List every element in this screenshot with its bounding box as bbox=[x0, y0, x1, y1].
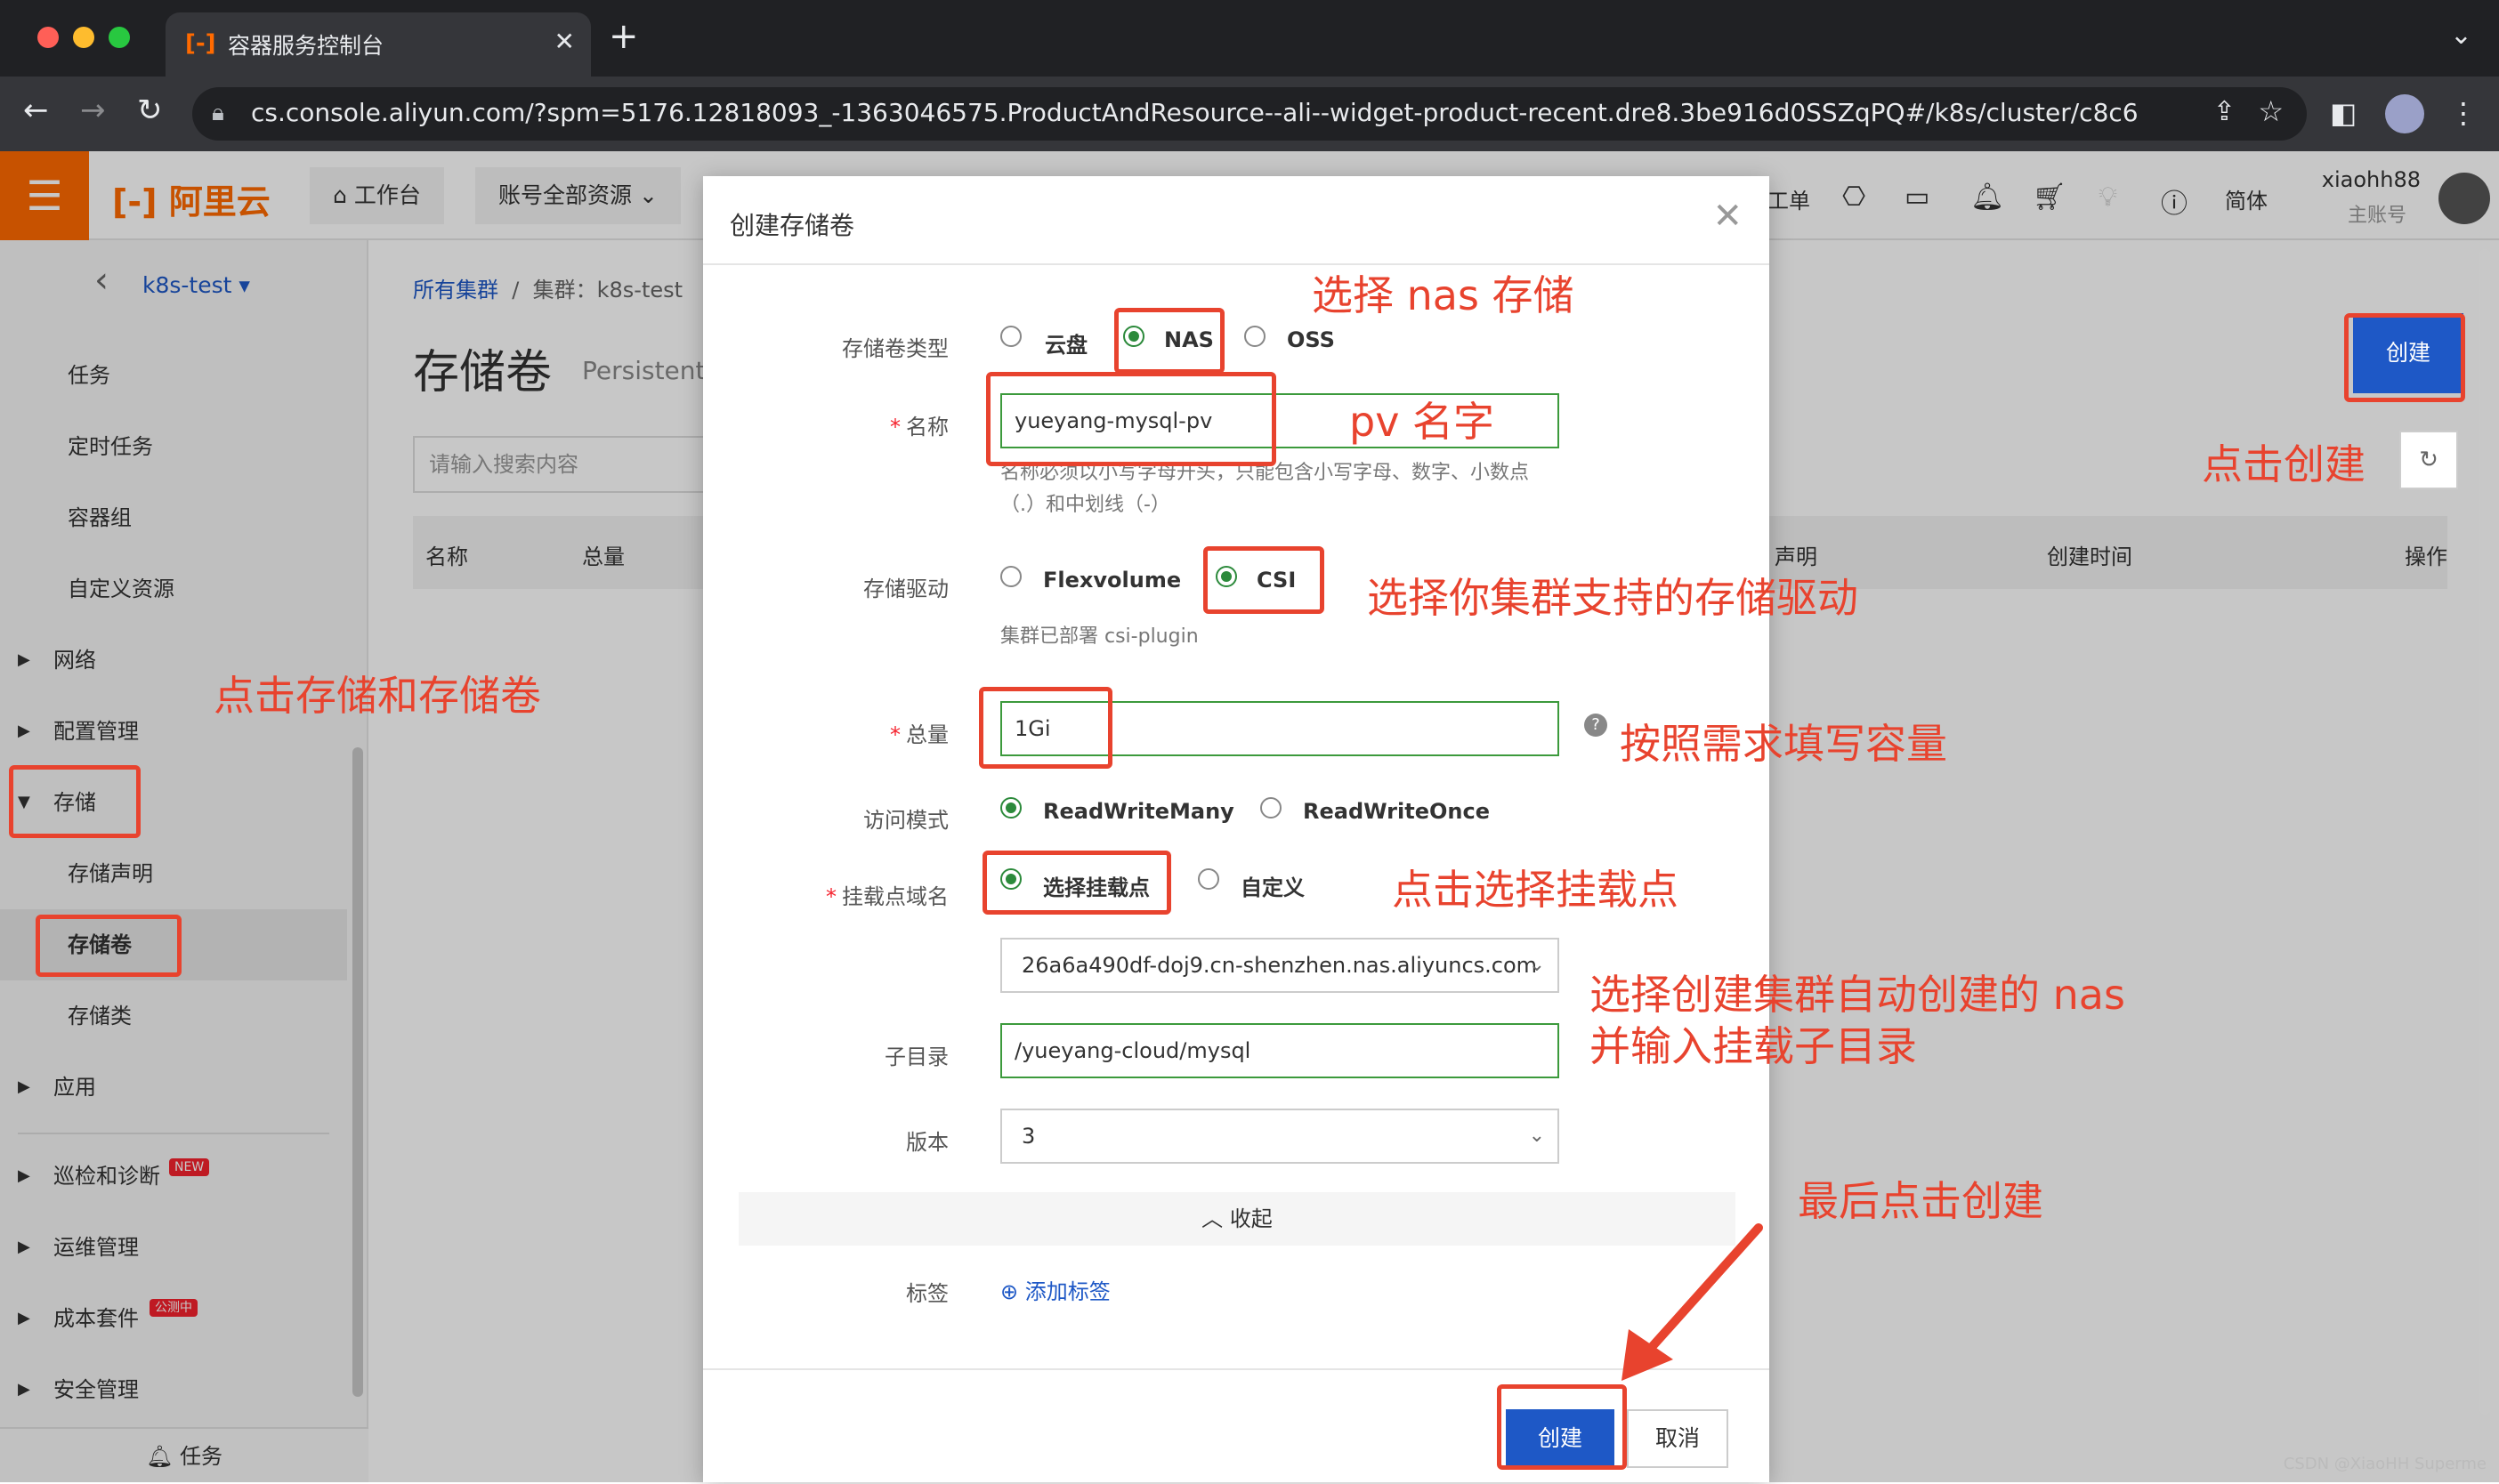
tab-title: 容器服务控制台 bbox=[228, 28, 384, 60]
highlight-name bbox=[986, 372, 1276, 466]
share-icon[interactable]: ⇪ bbox=[2213, 96, 2236, 127]
chevron-down-icon: ⌄ bbox=[1529, 1110, 1545, 1162]
browser-tab-bar: [-] 容器服务控制台 ✕ + ⌄ bbox=[0, 0, 2499, 77]
more-icon[interactable]: ⋮ bbox=[2449, 96, 2478, 130]
driver-label: 存储驱动 bbox=[771, 571, 949, 602]
annotation-select-nas: 选择 nas 存储 bbox=[1312, 263, 1574, 322]
mount-point-value: 26a6a490df-doj9.cn-shenzhen.nas.aliyuncs… bbox=[1022, 953, 1537, 978]
url-field[interactable]: 🔒︎ cs.console.aliyun.com/?spm=5176.12818… bbox=[192, 87, 2307, 141]
annotation-pv-name: pv 名字 bbox=[1349, 390, 1494, 448]
add-tag-label: 添加标签 bbox=[1025, 1279, 1111, 1304]
mount-label: *挂载点域名 bbox=[771, 879, 949, 910]
aliyun-logo-icon: [-] bbox=[185, 30, 216, 57]
close-icon[interactable]: ✕ bbox=[1712, 196, 1743, 237]
radio-custom-mount-label: 自定义 bbox=[1241, 870, 1305, 901]
lock-icon: 🔒︎ bbox=[212, 100, 224, 127]
close-window-button[interactable] bbox=[37, 27, 59, 48]
page-scrollbar[interactable] bbox=[2479, 249, 2490, 1415]
version-value: 3 bbox=[1022, 1124, 1035, 1149]
tag-label: 标签 bbox=[771, 1276, 949, 1307]
browser-tab[interactable]: [-] 容器服务控制台 ✕ bbox=[166, 12, 591, 77]
collapse-button[interactable]: ︿ 收起 bbox=[739, 1192, 1735, 1246]
version-label: 版本 bbox=[771, 1125, 949, 1156]
annotation-arrow bbox=[1602, 1215, 1780, 1384]
dialog-header: 创建存储卷 ✕ bbox=[703, 176, 1769, 265]
sidebar-icon[interactable]: ◧ bbox=[2330, 96, 2357, 130]
radio-rwx[interactable] bbox=[1000, 797, 1022, 819]
annotation-select-driver: 选择你集群支持的存储驱动 bbox=[1367, 566, 1858, 625]
name-label: *名称 bbox=[771, 409, 949, 440]
chevron-down-icon: ⌄ bbox=[1529, 940, 1545, 991]
subdir-input[interactable]: /yueyang-cloud/mysql bbox=[1000, 1023, 1559, 1078]
collapse-label: 收起 bbox=[1230, 1206, 1273, 1231]
radio-rwo-label: ReadWriteOnce bbox=[1303, 799, 1490, 824]
forward-icon[interactable]: → bbox=[80, 93, 106, 128]
highlight-create bbox=[2344, 313, 2465, 402]
radio-flexvolume-label: Flexvolume bbox=[1043, 568, 1181, 593]
minimize-window-button[interactable] bbox=[73, 27, 94, 48]
reload-icon[interactable]: ↻ bbox=[137, 93, 163, 128]
dialog-cancel-button[interactable]: 取消 bbox=[1627, 1409, 1728, 1468]
radio-flexvolume[interactable] bbox=[1000, 566, 1022, 587]
version-select[interactable]: 3⌄ bbox=[1000, 1109, 1559, 1164]
main-right-actions: 创建 ↻ bbox=[1979, 240, 2499, 596]
plus-circle-icon: ⊕ bbox=[1000, 1279, 1025, 1304]
url-text: cs.console.aliyun.com/?spm=5176.12818093… bbox=[251, 98, 2138, 127]
volume-type-label: 存储卷类型 bbox=[771, 331, 949, 362]
tab-list-icon[interactable]: ⌄ bbox=[2450, 20, 2472, 51]
annotation-fill-capacity: 按照需求填写容量 bbox=[1620, 712, 1947, 770]
highlight-storage bbox=[9, 765, 141, 838]
name-hint: 名称必须以小写字母开头，只能包含小写字母、数字、小数点（.）和中划线（-） bbox=[1000, 457, 1561, 521]
dialog-title: 创建存储卷 bbox=[730, 206, 854, 242]
mount-point-select[interactable]: 26a6a490df-doj9.cn-shenzhen.nas.aliyuncs… bbox=[1000, 938, 1559, 993]
highlight-select-mount bbox=[983, 851, 1171, 915]
new-tab-icon[interactable]: + bbox=[609, 16, 639, 57]
radio-rwo[interactable] bbox=[1260, 797, 1282, 819]
refresh-icon[interactable]: ↻ bbox=[2399, 431, 2458, 489]
access-mode-label: 访问模式 bbox=[771, 802, 949, 834]
annotation-click-mount: 点击选择挂载点 bbox=[1392, 858, 1678, 916]
radio-custom-mount[interactable] bbox=[1198, 868, 1219, 890]
highlight-capacity bbox=[979, 687, 1112, 769]
annotation-click-create-last: 最后点击创建 bbox=[1798, 1169, 2043, 1228]
radio-disk-label: 云盘 bbox=[1045, 327, 1088, 359]
close-tab-icon[interactable]: ✕ bbox=[554, 27, 575, 56]
annotation-click-storage: 点击存储和存储卷 bbox=[214, 664, 541, 722]
annotation-click-create: 点击创建 bbox=[2202, 432, 2366, 491]
driver-hint: 集群已部署 csi-plugin bbox=[1000, 621, 1199, 653]
star-icon[interactable]: ☆ bbox=[2258, 94, 2284, 128]
profile-icon[interactable] bbox=[2385, 94, 2424, 133]
annotation-select-nas-auto-2: 并输入挂载子目录 bbox=[1589, 1014, 1917, 1073]
highlight-pv bbox=[36, 915, 182, 977]
chevron-up-icon: ︿ bbox=[1201, 1206, 1230, 1231]
radio-oss[interactable] bbox=[1244, 326, 1266, 347]
radio-oss-label: OSS bbox=[1287, 327, 1335, 352]
watermark: CSDN @XiaoHH Superme bbox=[2284, 1455, 2487, 1473]
annotation-select-nas-auto-1: 选择创建集群自动创建的 nas bbox=[1589, 963, 2125, 1021]
radio-disk[interactable] bbox=[1000, 326, 1022, 347]
add-tag-link[interactable]: ⊕ 添加标签 bbox=[1000, 1274, 1111, 1305]
highlight-dialog-create bbox=[1497, 1384, 1627, 1470]
address-bar-row: ← → ↻ 🔒︎ cs.console.aliyun.com/?spm=5176… bbox=[0, 77, 2499, 151]
highlight-csi bbox=[1203, 546, 1324, 614]
maximize-window-button[interactable] bbox=[109, 27, 130, 48]
back-icon[interactable]: ← bbox=[23, 93, 49, 128]
radio-rwx-label: ReadWriteMany bbox=[1043, 799, 1234, 824]
help-icon[interactable]: ? bbox=[1584, 714, 1607, 737]
subdir-label: 子目录 bbox=[771, 1039, 949, 1070]
capacity-label: *总量 bbox=[771, 717, 949, 748]
highlight-nas bbox=[1114, 308, 1225, 374]
